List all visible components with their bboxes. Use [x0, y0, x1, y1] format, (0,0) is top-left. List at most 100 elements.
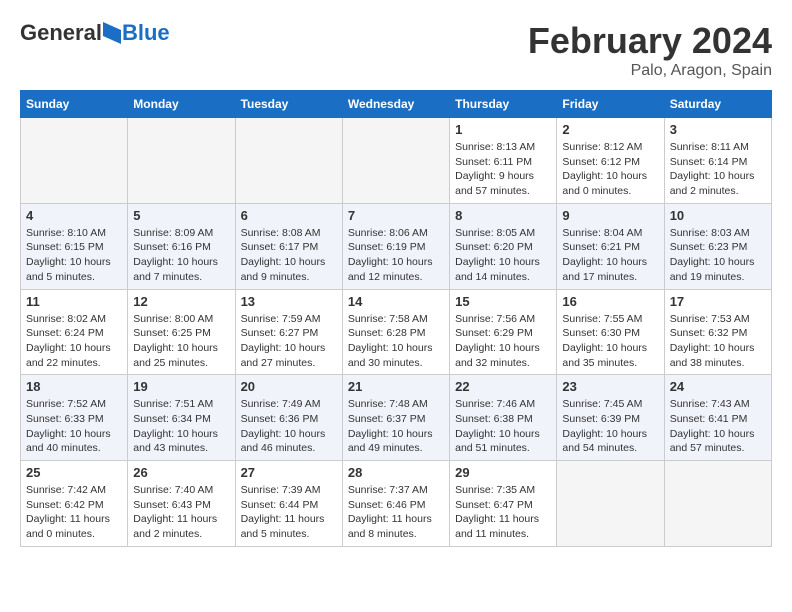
day-number: 8 — [455, 208, 551, 223]
day-number: 16 — [562, 294, 658, 309]
day-info: Sunrise: 7:53 AMSunset: 6:32 PMDaylight:… — [670, 312, 766, 371]
day-number: 29 — [455, 465, 551, 480]
calendar-cell: 9 Sunrise: 8:04 AMSunset: 6:21 PMDaylight… — [557, 203, 664, 289]
calendar-cell: 5 Sunrise: 8:09 AMSunset: 6:16 PMDaylight… — [128, 203, 235, 289]
calendar-week-3: 11 Sunrise: 8:02 AMSunset: 6:24 PMDayligh… — [21, 289, 772, 375]
header-friday: Friday — [557, 91, 664, 118]
calendar-cell: 26 Sunrise: 7:40 AMSunset: 6:43 PMDayligh… — [128, 461, 235, 547]
calendar-week-1: 1Sunrise: 8:13 AMSunset: 6:11 PMDaylight… — [21, 118, 772, 204]
day-number: 27 — [241, 465, 337, 480]
day-info: Sunrise: 8:13 AMSunset: 6:11 PMDaylight:… — [455, 140, 551, 199]
day-number: 18 — [26, 379, 122, 394]
calendar-cell: 16 Sunrise: 7:55 AMSunset: 6:30 PMDayligh… — [557, 289, 664, 375]
calendar-cell — [664, 461, 771, 547]
day-number: 26 — [133, 465, 229, 480]
day-info: Sunrise: 7:45 AMSunset: 6:39 PMDaylight:… — [562, 397, 658, 456]
calendar-cell: 3 Sunrise: 8:11 AMSunset: 6:14 PMDaylight… — [664, 118, 771, 204]
header-saturday: Saturday — [664, 91, 771, 118]
header-thursday: Thursday — [450, 91, 557, 118]
calendar-cell: 22 Sunrise: 7:46 AMSunset: 6:38 PMDayligh… — [450, 375, 557, 461]
day-info: Sunrise: 7:42 AMSunset: 6:42 PMDaylight:… — [26, 483, 122, 542]
day-info: Sunrise: 8:12 AMSunset: 6:12 PMDaylight:… — [562, 140, 658, 199]
day-number: 17 — [670, 294, 766, 309]
logo-blue-text: Blue — [122, 20, 170, 46]
calendar-cell: 23 Sunrise: 7:45 AMSunset: 6:39 PMDayligh… — [557, 375, 664, 461]
day-number: 3 — [670, 122, 766, 137]
logo-general-text: General — [20, 20, 102, 46]
calendar-week-4: 18 Sunrise: 7:52 AMSunset: 6:33 PMDayligh… — [21, 375, 772, 461]
header-row: Sunday Monday Tuesday Wednesday Thursday… — [21, 91, 772, 118]
calendar-cell: 11 Sunrise: 8:02 AMSunset: 6:24 PMDayligh… — [21, 289, 128, 375]
calendar-cell: 28 Sunrise: 7:37 AMSunset: 6:46 PMDayligh… — [342, 461, 449, 547]
day-info: Sunrise: 8:11 AMSunset: 6:14 PMDaylight:… — [670, 140, 766, 199]
calendar-cell: 18 Sunrise: 7:52 AMSunset: 6:33 PMDayligh… — [21, 375, 128, 461]
logo-icon — [103, 22, 121, 44]
calendar-cell: 13 Sunrise: 7:59 AMSunset: 6:27 PMDayligh… — [235, 289, 342, 375]
calendar-cell: 2 Sunrise: 8:12 AMSunset: 6:12 PMDaylight… — [557, 118, 664, 204]
day-info: Sunrise: 8:03 AMSunset: 6:23 PMDaylight:… — [670, 226, 766, 285]
day-number: 5 — [133, 208, 229, 223]
calendar-cell: 4Sunrise: 8:10 AMSunset: 6:15 PMDaylight… — [21, 203, 128, 289]
day-number: 24 — [670, 379, 766, 394]
calendar-week-5: 25 Sunrise: 7:42 AMSunset: 6:42 PMDayligh… — [21, 461, 772, 547]
day-number: 28 — [348, 465, 444, 480]
calendar-cell — [342, 118, 449, 204]
calendar-cell: 29 Sunrise: 7:35 AMSunset: 6:47 PMDayligh… — [450, 461, 557, 547]
calendar-cell: 27Sunrise: 7:39 AMSunset: 6:44 PMDayligh… — [235, 461, 342, 547]
calendar-table: Sunday Monday Tuesday Wednesday Thursday… — [20, 90, 772, 547]
calendar-cell: 24 Sunrise: 7:43 AMSunset: 6:41 PMDayligh… — [664, 375, 771, 461]
header-wednesday: Wednesday — [342, 91, 449, 118]
calendar-cell: 12 Sunrise: 8:00 AMSunset: 6:25 PMDayligh… — [128, 289, 235, 375]
calendar-cell: 1Sunrise: 8:13 AMSunset: 6:11 PMDaylight… — [450, 118, 557, 204]
day-info: Sunrise: 8:10 AMSunset: 6:15 PMDaylight:… — [26, 226, 122, 285]
day-number: 2 — [562, 122, 658, 137]
day-number: 9 — [562, 208, 658, 223]
calendar-cell: 6 Sunrise: 8:08 AMSunset: 6:17 PMDaylight… — [235, 203, 342, 289]
day-number: 10 — [670, 208, 766, 223]
calendar-cell — [21, 118, 128, 204]
calendar-cell: 14 Sunrise: 7:58 AMSunset: 6:28 PMDayligh… — [342, 289, 449, 375]
day-info: Sunrise: 8:02 AMSunset: 6:24 PMDaylight:… — [26, 312, 122, 371]
day-info: Sunrise: 7:55 AMSunset: 6:30 PMDaylight:… — [562, 312, 658, 371]
calendar-cell — [557, 461, 664, 547]
day-number: 22 — [455, 379, 551, 394]
day-info: Sunrise: 8:05 AMSunset: 6:20 PMDaylight:… — [455, 226, 551, 285]
day-info: Sunrise: 7:35 AMSunset: 6:47 PMDaylight:… — [455, 483, 551, 542]
day-info: Sunrise: 8:09 AMSunset: 6:16 PMDaylight:… — [133, 226, 229, 285]
day-info: Sunrise: 8:00 AMSunset: 6:25 PMDaylight:… — [133, 312, 229, 371]
day-number: 14 — [348, 294, 444, 309]
day-info: Sunrise: 7:48 AMSunset: 6:37 PMDaylight:… — [348, 397, 444, 456]
calendar-cell: 15Sunrise: 7:56 AMSunset: 6:29 PMDayligh… — [450, 289, 557, 375]
day-info: Sunrise: 7:43 AMSunset: 6:41 PMDaylight:… — [670, 397, 766, 456]
day-info: Sunrise: 7:52 AMSunset: 6:33 PMDaylight:… — [26, 397, 122, 456]
calendar-week-2: 4Sunrise: 8:10 AMSunset: 6:15 PMDaylight… — [21, 203, 772, 289]
header-sunday: Sunday — [21, 91, 128, 118]
logo: General Blue — [20, 20, 170, 46]
day-info: Sunrise: 7:59 AMSunset: 6:27 PMDaylight:… — [241, 312, 337, 371]
calendar-header: Sunday Monday Tuesday Wednesday Thursday… — [21, 91, 772, 118]
day-number: 13 — [241, 294, 337, 309]
calendar-cell: 25 Sunrise: 7:42 AMSunset: 6:42 PMDayligh… — [21, 461, 128, 547]
day-info: Sunrise: 8:06 AMSunset: 6:19 PMDaylight:… — [348, 226, 444, 285]
day-number: 25 — [26, 465, 122, 480]
day-number: 7 — [348, 208, 444, 223]
day-info: Sunrise: 8:04 AMSunset: 6:21 PMDaylight:… — [562, 226, 658, 285]
day-info: Sunrise: 7:58 AMSunset: 6:28 PMDaylight:… — [348, 312, 444, 371]
day-info: Sunrise: 8:08 AMSunset: 6:17 PMDaylight:… — [241, 226, 337, 285]
calendar-body: 1Sunrise: 8:13 AMSunset: 6:11 PMDaylight… — [21, 118, 772, 547]
day-number: 6 — [241, 208, 337, 223]
day-info: Sunrise: 7:56 AMSunset: 6:29 PMDaylight:… — [455, 312, 551, 371]
title-section: February 2024 Palo, Aragon, Spain — [528, 20, 772, 80]
day-number: 23 — [562, 379, 658, 394]
day-info: Sunrise: 7:37 AMSunset: 6:46 PMDaylight:… — [348, 483, 444, 542]
calendar-cell: 21 Sunrise: 7:48 AMSunset: 6:37 PMDayligh… — [342, 375, 449, 461]
day-number: 12 — [133, 294, 229, 309]
day-number: 20 — [241, 379, 337, 394]
calendar-cell — [128, 118, 235, 204]
day-info: Sunrise: 7:46 AMSunset: 6:38 PMDaylight:… — [455, 397, 551, 456]
day-number: 11 — [26, 294, 122, 309]
day-info: Sunrise: 7:51 AMSunset: 6:34 PMDaylight:… — [133, 397, 229, 456]
location: Palo, Aragon, Spain — [528, 62, 772, 80]
day-number: 21 — [348, 379, 444, 394]
day-info: Sunrise: 7:40 AMSunset: 6:43 PMDaylight:… — [133, 483, 229, 542]
